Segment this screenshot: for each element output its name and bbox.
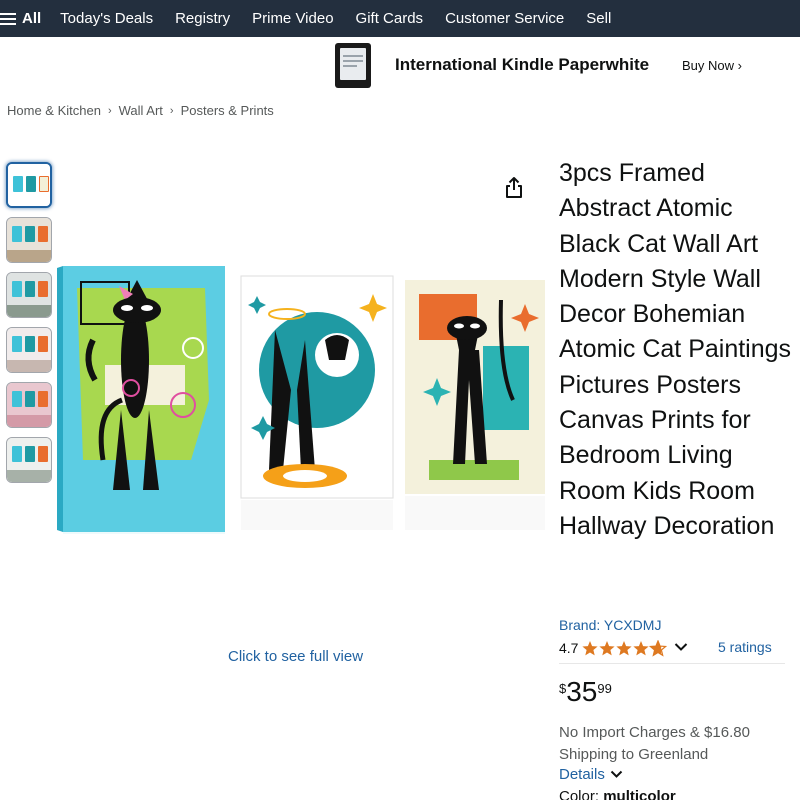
rating-value: 4.7 bbox=[559, 640, 579, 656]
thumbnail-6[interactable] bbox=[6, 437, 52, 483]
hamburger-icon bbox=[0, 12, 16, 26]
price-fraction: 99 bbox=[597, 681, 612, 696]
promo-title[interactable]: International Kindle Paperwhite bbox=[395, 55, 649, 75]
breadcrumb-posters-prints[interactable]: Posters & Prints bbox=[181, 103, 274, 118]
canvas-panel-1 bbox=[57, 266, 225, 532]
promo-banner[interactable]: International Kindle Paperwhite Buy Now … bbox=[0, 37, 800, 93]
shipping-line-1: No Import Charges & $16.80 bbox=[559, 724, 750, 741]
breadcrumb-separator: › bbox=[107, 104, 112, 117]
nav-link-gift-cards[interactable]: Gift Cards bbox=[345, 0, 435, 37]
brand-link[interactable]: Brand: YCXDMJ bbox=[559, 617, 661, 633]
details-label: Details bbox=[559, 766, 605, 783]
nav-link-sell[interactable]: Sell bbox=[575, 0, 622, 37]
price-symbol: $ bbox=[559, 681, 567, 696]
star-icon bbox=[599, 640, 616, 655]
price: $3599 bbox=[559, 676, 612, 708]
divider bbox=[559, 663, 785, 664]
nav-link-todays-deals[interactable]: Today's Deals bbox=[49, 0, 164, 37]
star-icon bbox=[649, 639, 668, 657]
rating-row: 4.7 bbox=[559, 638, 688, 658]
main-product-image[interactable] bbox=[55, 160, 545, 540]
star-rating[interactable] bbox=[582, 639, 668, 657]
nav-link-prime-video[interactable]: Prime Video bbox=[241, 0, 344, 37]
thumbnail-3[interactable] bbox=[6, 272, 52, 318]
star-icon bbox=[633, 640, 650, 655]
nav-all-label: All bbox=[22, 10, 42, 27]
promo-buy-now-link[interactable]: Buy Now › bbox=[682, 58, 742, 73]
nav-all-button[interactable]: All bbox=[0, 0, 49, 37]
breadcrumb: Home & Kitchen › Wall Art › Posters & Pr… bbox=[7, 103, 274, 118]
star-icon bbox=[582, 640, 599, 655]
thumbnail-4[interactable] bbox=[6, 327, 52, 373]
ratings-count-link[interactable]: 5 ratings bbox=[718, 639, 772, 655]
details-dropdown[interactable]: Details bbox=[559, 766, 623, 783]
thumbnail-5[interactable] bbox=[6, 382, 52, 428]
breadcrumb-wall-art[interactable]: Wall Art bbox=[119, 103, 163, 118]
canvas-panel-3 bbox=[405, 280, 545, 494]
color-value: multicolor bbox=[603, 788, 676, 800]
thumbnail-1[interactable] bbox=[6, 162, 52, 208]
shipping-line-2: Shipping to Greenland bbox=[559, 746, 709, 763]
breadcrumb-separator: › bbox=[169, 104, 174, 117]
star-icon bbox=[616, 640, 633, 655]
color-label: Color: bbox=[559, 788, 600, 800]
nav-link-customer-service[interactable]: Customer Service bbox=[434, 0, 575, 37]
canvas-panel-2 bbox=[240, 275, 394, 499]
chevron-down-icon bbox=[610, 770, 623, 778]
chevron-down-icon[interactable] bbox=[674, 639, 688, 657]
top-nav-bar: All Today's Deals Registry Prime Video G… bbox=[0, 0, 800, 37]
product-title: 3pcs Framed Abstract Atomic Black Cat Wa… bbox=[559, 159, 792, 540]
shipping-info: No Import Charges & $16.80 Shipping to G… bbox=[559, 722, 795, 766]
nav-link-registry[interactable]: Registry bbox=[164, 0, 241, 37]
breadcrumb-home-kitchen[interactable]: Home & Kitchen bbox=[7, 103, 101, 118]
color-row: Color: multicolor bbox=[559, 788, 676, 800]
thumbnail-strip bbox=[6, 162, 52, 492]
price-whole: 35 bbox=[566, 676, 598, 707]
thumbnail-2[interactable] bbox=[6, 217, 52, 263]
full-view-link[interactable]: Click to see full view bbox=[228, 648, 363, 665]
kindle-device-icon bbox=[331, 41, 375, 89]
